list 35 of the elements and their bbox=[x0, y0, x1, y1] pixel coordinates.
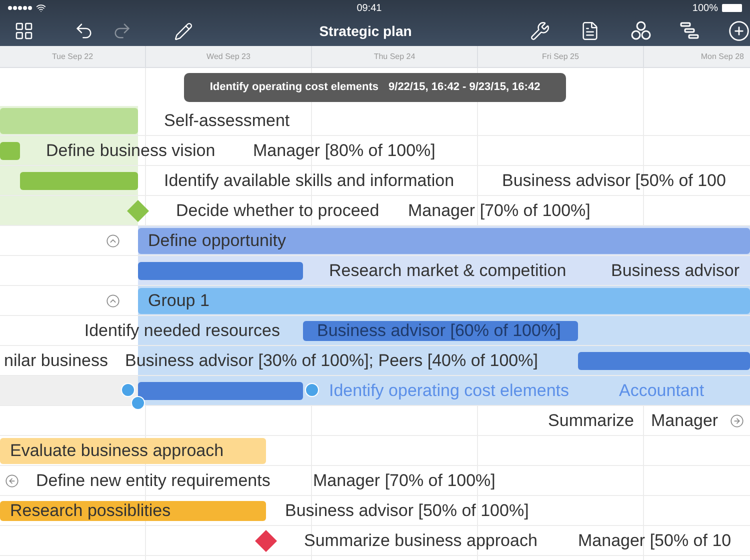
tooltip-range: 9/22/15, 16:42 - 9/23/15, 16:42 bbox=[388, 80, 540, 96]
resource-label: Business advisor [50% of 100%] bbox=[285, 500, 529, 522]
resource-label: Manager bbox=[651, 410, 718, 432]
task-title: nilar business bbox=[4, 350, 108, 372]
task-title: Identify available skills and information bbox=[164, 170, 454, 192]
task-title: Define business vision bbox=[46, 140, 216, 162]
task-title: Decide whether to proceed bbox=[176, 200, 380, 222]
task-title: Identify operating cost elements bbox=[329, 380, 570, 402]
resource-label: Manager [80% of 100%] bbox=[253, 140, 436, 162]
resource-label: Manager [50% of 10 bbox=[578, 530, 732, 552]
task-title: Summarize bbox=[548, 410, 634, 432]
task-title: Research market & competition bbox=[329, 260, 566, 282]
date-label: Tue Sep 22 bbox=[52, 50, 94, 62]
group-bar[interactable]: Group 1 bbox=[138, 288, 750, 314]
resource-label: Manager [70% of 100%] bbox=[313, 470, 496, 492]
clock: 09:41 bbox=[356, 2, 382, 16]
task-title: Identify needed resources bbox=[84, 320, 280, 342]
group-bar[interactable]: Evaluate business approach bbox=[0, 438, 266, 464]
date-label: Wed Sep 23 bbox=[206, 50, 250, 62]
group-bar[interactable]: Define opportunity bbox=[138, 228, 750, 254]
date-label: Thu Sep 24 bbox=[374, 50, 416, 62]
resource-label: Manager [70% of 100%] bbox=[408, 200, 590, 222]
task-bar[interactable]: Research possiblities bbox=[0, 501, 266, 521]
date-label: Mon Sep 28 bbox=[700, 50, 744, 62]
window-title: Strategic plan bbox=[319, 22, 412, 41]
task-title: Summarize business approach bbox=[304, 530, 538, 552]
resource-label: Accountant bbox=[619, 380, 704, 402]
date-label: Fri Sep 25 bbox=[542, 50, 579, 62]
resource-label: Business advisor [50% of 100 bbox=[502, 170, 726, 192]
resource-label: Business advisor bbox=[611, 260, 740, 282]
resource-label: Business advisor [30% of 100%]; Peers [40% of 100%] bbox=[125, 350, 538, 372]
tooltip-task: Identify operating cost elements bbox=[210, 80, 379, 96]
group-title: Self-assessment bbox=[164, 110, 290, 132]
task-title: Define new entity requirements bbox=[36, 470, 270, 492]
battery-level: 100% bbox=[692, 2, 718, 16]
